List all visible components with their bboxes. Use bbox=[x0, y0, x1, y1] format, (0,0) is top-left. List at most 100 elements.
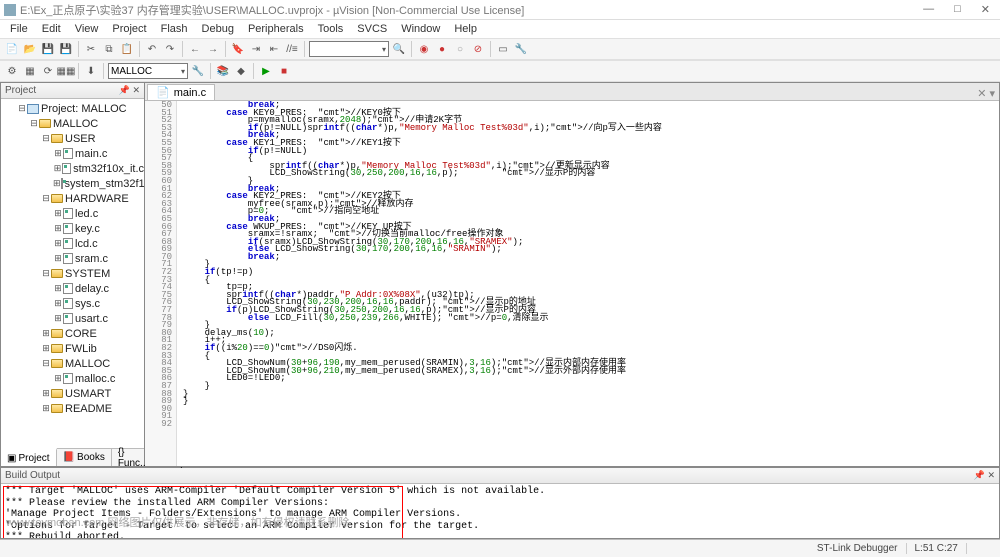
download-icon[interactable]: ⬇ bbox=[83, 63, 99, 79]
editor-close-icon[interactable]: ✕ ▾ bbox=[973, 87, 999, 100]
paste-icon[interactable]: 📋 bbox=[119, 41, 135, 57]
tree-group-core[interactable]: ⊞CORE bbox=[1, 326, 144, 341]
tree-group-system[interactable]: ⊟SYSTEM bbox=[1, 266, 144, 281]
tree-file-main-c[interactable]: ⊞main.c bbox=[1, 146, 144, 161]
window-icon[interactable]: ▭ bbox=[495, 41, 511, 57]
tree-file-malloc-c[interactable]: ⊞malloc.c bbox=[1, 371, 144, 386]
breakpoint-insert-icon[interactable]: ● bbox=[434, 41, 450, 57]
window-title: E:\Ex_正点原子\实验37 内存管理实验\USER\MALLOC.uvpro… bbox=[20, 2, 917, 18]
titlebar: E:\Ex_正点原子\实验37 内存管理实验\USER\MALLOC.uvpro… bbox=[0, 0, 1000, 20]
batch-build-icon[interactable]: ▦▦ bbox=[58, 63, 74, 79]
tree-file-sys-c[interactable]: ⊞sys.c bbox=[1, 296, 144, 311]
save-all-icon[interactable]: 💾 bbox=[58, 41, 74, 57]
build-output-line: *** Target 'MALLOC' uses ARM-Compiler 'D… bbox=[5, 486, 995, 498]
breakpoint-kill-icon[interactable]: ⊘ bbox=[470, 41, 486, 57]
tab-project[interactable]: ▣Project bbox=[1, 448, 57, 466]
menu-tools[interactable]: Tools bbox=[312, 22, 350, 36]
status-debugger: ST-Link Debugger bbox=[809, 543, 907, 554]
pin-icon[interactable]: 📌 ✕ bbox=[119, 85, 140, 96]
new-file-icon[interactable]: 📄 bbox=[4, 41, 20, 57]
tree-project-root[interactable]: ⊟Project: MALLOC bbox=[1, 101, 144, 116]
nav-fwd-icon[interactable]: → bbox=[205, 41, 221, 57]
project-tree[interactable]: ⊟Project: MALLOC⊟MALLOC⊟USER⊞main.c⊞stm3… bbox=[1, 99, 144, 448]
toolbar-file: 📄 📂 💾 💾 ✂ ⧉ 📋 ↶ ↷ ← → 🔖 ⇥ ⇤ //≡ 🔍 ◉ ● ○ … bbox=[0, 38, 1000, 60]
code-area[interactable]: break; case KEY0_PRES: "cmt">//KEY0按下 p=… bbox=[177, 101, 999, 466]
tree-group-readme[interactable]: ⊞README bbox=[1, 401, 144, 416]
tab-books[interactable]: 📕Books bbox=[57, 449, 112, 466]
nav-back-icon[interactable]: ← bbox=[187, 41, 203, 57]
tree-group-hardware[interactable]: ⊟HARDWARE bbox=[1, 191, 144, 206]
project-panel-header: Project 📌 ✕ bbox=[1, 83, 144, 99]
project-panel: Project 📌 ✕ ⊟Project: MALLOC⊟MALLOC⊟USER… bbox=[0, 82, 145, 467]
config-icon[interactable]: 🔧 bbox=[513, 41, 529, 57]
file-icon: 📄 bbox=[156, 86, 170, 99]
tree-group-malloc[interactable]: ⊟MALLOC bbox=[1, 356, 144, 371]
target-combo[interactable]: MALLOC bbox=[108, 63, 188, 79]
redo-icon[interactable]: ↷ bbox=[162, 41, 178, 57]
undo-icon[interactable]: ↶ bbox=[144, 41, 160, 57]
translate-icon[interactable]: ⚙ bbox=[4, 63, 20, 79]
run-icon[interactable]: ▶ bbox=[258, 63, 274, 79]
manage-icon[interactable]: 📚 bbox=[215, 63, 231, 79]
tree-group-fwlib[interactable]: ⊞FWLib bbox=[1, 341, 144, 356]
close-button[interactable]: ✕ bbox=[975, 3, 996, 16]
statusbar: ST-Link Debugger L:51 C:27 bbox=[0, 539, 1000, 557]
maximize-button[interactable]: □ bbox=[948, 3, 967, 16]
tree-group-user[interactable]: ⊟USER bbox=[1, 131, 144, 146]
menubar: File Edit View Project Flash Debug Perip… bbox=[0, 20, 1000, 38]
menu-project[interactable]: Project bbox=[106, 22, 152, 36]
pin-icon[interactable]: 📌 ✕ bbox=[974, 470, 995, 481]
options-icon[interactable]: 🔧 bbox=[190, 63, 206, 79]
debug-icon[interactable]: ◉ bbox=[416, 41, 432, 57]
menu-help[interactable]: Help bbox=[448, 22, 483, 36]
tree-file-lcd-c[interactable]: ⊞lcd.c bbox=[1, 236, 144, 251]
stop-icon[interactable]: ■ bbox=[276, 63, 292, 79]
build-output-line: *** Rebuild aborted. bbox=[5, 532, 995, 538]
menu-debug[interactable]: Debug bbox=[196, 22, 240, 36]
comment-icon[interactable]: //≡ bbox=[284, 41, 300, 57]
menu-flash[interactable]: Flash bbox=[155, 22, 194, 36]
copy-icon[interactable]: ⧉ bbox=[101, 41, 117, 57]
tree-file-usart-c[interactable]: ⊞usart.c bbox=[1, 311, 144, 326]
menu-peripherals[interactable]: Peripherals bbox=[242, 22, 310, 36]
tree-file-system_stm32f10x-c[interactable]: ⊞system_stm32f10x.c bbox=[1, 176, 144, 191]
toolbar-build: ⚙ ▦ ⟳ ▦▦ ⬇ MALLOC 🔧 📚 ◆ ▶ ■ bbox=[0, 60, 1000, 82]
project-bottom-tabs: ▣Project 📕Books {} Func... 0→ Temp... bbox=[1, 448, 144, 466]
indent-icon[interactable]: ⇥ bbox=[248, 41, 264, 57]
main-area: Project 📌 ✕ ⊟Project: MALLOC⊟MALLOC⊟USER… bbox=[0, 82, 1000, 467]
tree-file-delay-c[interactable]: ⊞delay.c bbox=[1, 281, 144, 296]
tree-file-sram-c[interactable]: ⊞sram.c bbox=[1, 251, 144, 266]
open-file-icon[interactable]: 📂 bbox=[22, 41, 38, 57]
pack-icon[interactable]: ◆ bbox=[233, 63, 249, 79]
app-icon bbox=[4, 4, 16, 16]
tree-file-led-c[interactable]: ⊞led.c bbox=[1, 206, 144, 221]
find-icon[interactable]: 🔍 bbox=[391, 41, 407, 57]
build-icon[interactable]: ▦ bbox=[22, 63, 38, 79]
build-output-header: Build Output 📌 ✕ bbox=[1, 468, 999, 484]
tree-target[interactable]: ⊟MALLOC bbox=[1, 116, 144, 131]
watermark: www.toymoban.com 网络图片仅供展示，非存储，如有侵权请联系删除 bbox=[6, 514, 349, 530]
build-output-line: *** Please review the installed ARM Comp… bbox=[5, 498, 995, 510]
tree-file-key-c[interactable]: ⊞key.c bbox=[1, 221, 144, 236]
menu-view[interactable]: View bbox=[69, 22, 105, 36]
editor-panel: 📄 main.c ✕ ▾ 505152535455565758596061626… bbox=[145, 82, 1000, 467]
menu-file[interactable]: File bbox=[4, 22, 34, 36]
find-combo[interactable] bbox=[309, 41, 389, 57]
minimize-button[interactable]: — bbox=[917, 3, 940, 16]
editor-tab-main-c[interactable]: 📄 main.c bbox=[147, 84, 215, 100]
rebuild-icon[interactable]: ⟳ bbox=[40, 63, 56, 79]
cut-icon[interactable]: ✂ bbox=[83, 41, 99, 57]
bookmark-icon[interactable]: 🔖 bbox=[230, 41, 246, 57]
menu-svcs[interactable]: SVCS bbox=[351, 22, 393, 36]
line-gutter: 5051525354555657585960616263646566676869… bbox=[145, 101, 177, 466]
tree-file-stm32f10x_it-c[interactable]: ⊞stm32f10x_it.c bbox=[1, 161, 144, 176]
menu-window[interactable]: Window bbox=[395, 22, 446, 36]
editor-body[interactable]: 5051525354555657585960616263646566676869… bbox=[145, 101, 999, 466]
breakpoint-disable-icon[interactable]: ○ bbox=[452, 41, 468, 57]
outdent-icon[interactable]: ⇤ bbox=[266, 41, 282, 57]
editor-tabs: 📄 main.c ✕ ▾ bbox=[145, 83, 999, 101]
status-indicators bbox=[967, 543, 994, 554]
tree-group-usmart[interactable]: ⊞USMART bbox=[1, 386, 144, 401]
menu-edit[interactable]: Edit bbox=[36, 22, 67, 36]
save-icon[interactable]: 💾 bbox=[40, 41, 56, 57]
